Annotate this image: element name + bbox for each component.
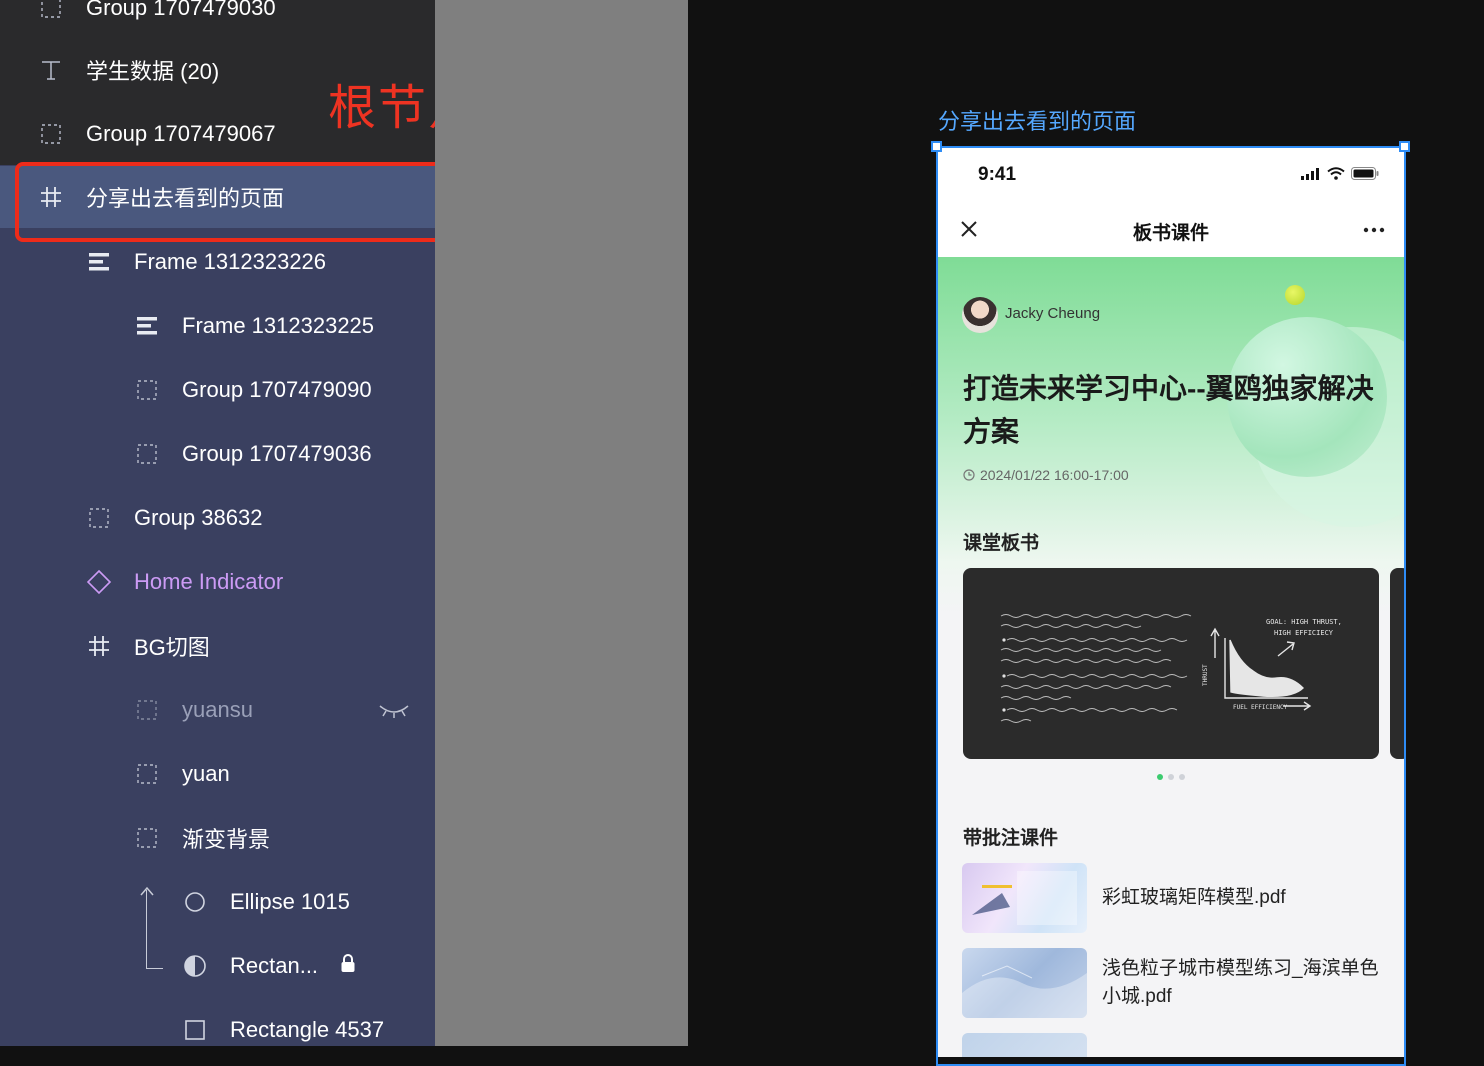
layer-name: Group 1707479036 bbox=[182, 441, 372, 466]
avatar bbox=[962, 297, 998, 333]
layer-row[interactable]: yuan bbox=[0, 742, 435, 806]
course-datetime: 2024/01/22 16:00-17:00 bbox=[980, 467, 1129, 483]
layer-name: Group 1707479030 bbox=[86, 0, 276, 20]
wifi-icon bbox=[1327, 167, 1345, 180]
clock-icon bbox=[963, 469, 975, 481]
signal-icon bbox=[1301, 167, 1319, 180]
course-title: 打造未来学习中心--翼鸥独家解决方案 bbox=[963, 373, 1374, 447]
lock-icon[interactable] bbox=[340, 953, 356, 979]
file-thumbnail bbox=[962, 1033, 1087, 1057]
mask-tree-connector bbox=[146, 890, 163, 969]
section-title-board: 课堂板书 bbox=[963, 533, 1040, 554]
component-icon bbox=[86, 569, 112, 595]
status-time: 9:41 bbox=[978, 164, 1017, 185]
layer-name: 学生数据 (20) bbox=[86, 59, 220, 84]
group-icon bbox=[134, 441, 160, 467]
mask-icon bbox=[182, 953, 208, 979]
layer-row[interactable]: Home Indicator bbox=[0, 550, 435, 614]
frame-icon bbox=[86, 633, 112, 659]
layer-row[interactable]: Ellipse 1015 bbox=[0, 870, 435, 934]
layer-name: Frame 1312323225 bbox=[182, 313, 375, 338]
course-time: 2024/01/22 16:00-17:00 bbox=[963, 467, 1129, 483]
annotation-highlight-box bbox=[15, 162, 489, 242]
group-icon bbox=[134, 697, 160, 723]
layer-row[interactable]: Group 1707479030 bbox=[0, 0, 435, 40]
file-thumbnail-art bbox=[962, 965, 1087, 1018]
file-thumbnail-art bbox=[972, 871, 1077, 925]
layer-row[interactable]: Group 1707479036 bbox=[0, 422, 435, 486]
board-chart-goal: GOAL: HIGH THRUST, bbox=[1266, 618, 1342, 626]
ellipse-icon bbox=[182, 889, 208, 915]
layer-name: Group 38632 bbox=[134, 505, 263, 530]
layer-name: 渐变背景 bbox=[182, 827, 271, 852]
status-bar: 9:41 bbox=[937, 147, 1405, 203]
group-icon bbox=[38, 121, 64, 147]
layer-name: Rectan... bbox=[230, 953, 319, 978]
layer-name: yuan bbox=[182, 761, 230, 786]
layer-row[interactable]: BG切图 bbox=[0, 614, 435, 678]
file-list-item[interactable]: 浅色粒子城市模型练习_海滨单色小城.pdf bbox=[962, 948, 1382, 1018]
auto-layout-icon bbox=[86, 249, 112, 275]
layers-panel: Group 1707479030 学生数据 (20) Group 170747906… bbox=[0, 0, 435, 1046]
frame-label[interactable]: 分享出去看到的页面 bbox=[938, 104, 1136, 136]
eye-closed-icon[interactable] bbox=[378, 700, 410, 726]
group-icon bbox=[38, 0, 64, 21]
board-chart-ylabel: THRUST bbox=[1202, 664, 1209, 686]
next-board-slide[interactable] bbox=[1390, 568, 1405, 759]
board-chart-xlabel: FUEL EFFICIENCY bbox=[1233, 704, 1288, 711]
author-name: Jacky Cheung bbox=[1005, 305, 1101, 322]
layer-name: Group 1707479090 bbox=[182, 377, 372, 402]
text-icon bbox=[38, 57, 64, 83]
layer-name: BG切图 bbox=[134, 635, 210, 660]
carousel-indicator bbox=[1157, 774, 1185, 780]
layer-name: Group 1707479067 bbox=[86, 121, 276, 146]
layer-name: Ellipse 1015 bbox=[230, 889, 350, 914]
section-title-files: 带批注课件 bbox=[963, 828, 1059, 849]
handwritten-notes-illustration: GOAL: HIGH THRUST, HIGH EFFICIECY THRUST… bbox=[1000, 614, 1342, 723]
rectangle-icon bbox=[182, 1017, 208, 1043]
layer-row[interactable]: Frame 1312323225 bbox=[0, 294, 435, 358]
battery-icon bbox=[1351, 167, 1379, 180]
file-thumbnail bbox=[962, 863, 1087, 933]
group-icon bbox=[86, 505, 112, 531]
file-name: 浅色粒子城市模型练习_海滨单色小城.pdf bbox=[1102, 958, 1379, 1007]
file-list-item[interactable] bbox=[962, 1033, 1382, 1057]
layer-name: Home Indicator bbox=[134, 569, 284, 594]
status-icons bbox=[1301, 167, 1379, 180]
layer-row[interactable]: Group 38632 bbox=[0, 486, 435, 550]
canvas-gray-frame[interactable] bbox=[435, 0, 688, 1046]
file-thumbnail bbox=[962, 948, 1087, 1018]
file-name: 彩虹玻璃矩阵模型.pdf bbox=[1102, 887, 1286, 908]
mask-arrow-icon bbox=[140, 886, 154, 896]
tennis-ball-decoration bbox=[1285, 285, 1305, 305]
layer-row[interactable]: 渐变背景 bbox=[0, 806, 435, 870]
resize-handle-top-left[interactable] bbox=[931, 141, 942, 152]
carousel-dot[interactable] bbox=[1157, 774, 1163, 780]
group-icon bbox=[134, 761, 160, 787]
board-slide[interactable]: GOAL: HIGH THRUST, HIGH EFFICIECY THRUST… bbox=[963, 568, 1379, 759]
hero-banner: Jacky Cheung 打造未来学习中心--翼鸥独家解决方案 2024/01/… bbox=[937, 257, 1405, 617]
more-icon[interactable] bbox=[1363, 227, 1385, 233]
carousel-dot[interactable] bbox=[1179, 774, 1185, 780]
resize-handle-top-right[interactable] bbox=[1399, 141, 1410, 152]
layer-row[interactable]: Rectangle 4537 bbox=[0, 998, 435, 1046]
group-icon bbox=[134, 825, 160, 851]
layer-row[interactable]: Group 1707479090 bbox=[0, 358, 435, 422]
layer-row[interactable]: yuansu bbox=[0, 678, 435, 742]
layer-row[interactable]: Rectan... bbox=[0, 934, 435, 998]
nav-title: 板书课件 bbox=[1132, 223, 1209, 244]
layer-name: Frame 1312323226 bbox=[134, 249, 327, 274]
phone-frame[interactable]: 9:41 板书课件 Jacky Cheung 打造未来学习中心--翼鸥独家解决方… bbox=[937, 147, 1405, 1057]
layer-name: Rectangle 4537 bbox=[230, 1017, 385, 1042]
layer-name: yuansu bbox=[182, 697, 253, 722]
auto-layout-icon bbox=[134, 313, 160, 339]
file-list-item[interactable]: 彩虹玻璃矩阵模型.pdf bbox=[962, 863, 1382, 933]
group-icon bbox=[134, 377, 160, 403]
board-chart-goal2: HIGH EFFICIECY bbox=[1274, 629, 1334, 637]
nav-bar: 板书课件 bbox=[937, 203, 1405, 257]
carousel-dot[interactable] bbox=[1168, 774, 1174, 780]
